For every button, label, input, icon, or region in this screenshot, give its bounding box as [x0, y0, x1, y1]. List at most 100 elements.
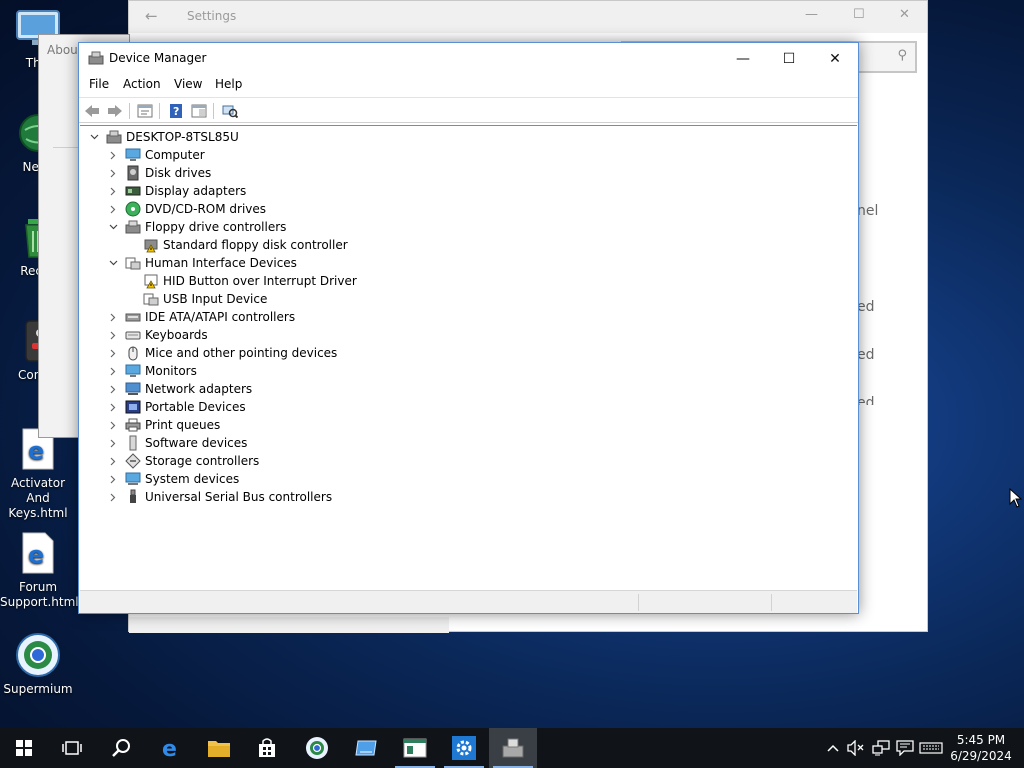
tree-item-storage-controllers[interactable]: Storage controllers [107, 452, 259, 470]
menu-help[interactable]: Help [215, 77, 242, 91]
tree-item-usb-controllers[interactable]: Universal Serial Bus controllers [107, 488, 332, 506]
chevron-right-icon[interactable] [107, 151, 119, 160]
tree-item-display-adapters[interactable]: Display adapters [107, 182, 246, 200]
view-icon[interactable] [190, 102, 208, 119]
chevron-right-icon[interactable] [107, 313, 119, 322]
chevron-right-icon[interactable] [107, 205, 119, 214]
tree-root[interactable]: DESKTOP-8TSL85U [88, 128, 239, 146]
device-manager-shortcut-button[interactable] [342, 728, 390, 768]
tree-item-label: Disk drives [145, 166, 212, 180]
tree-item-keyboards[interactable]: Keyboards [107, 326, 208, 344]
clock-date: 6/29/2024 [950, 749, 1012, 763]
chevron-down-icon[interactable] [88, 134, 100, 140]
settings-taskbar-button[interactable] [440, 728, 488, 768]
chevron-right-icon[interactable] [107, 385, 119, 394]
maximize-button[interactable]: ☐ [766, 43, 812, 74]
hid-device-icon [143, 291, 159, 307]
volume-muted-icon[interactable] [845, 728, 867, 768]
close-icon[interactable]: ✕ [899, 7, 910, 22]
edge-icon: e [162, 737, 177, 759]
chevron-right-icon[interactable] [107, 367, 119, 376]
chevron-right-icon[interactable] [107, 493, 119, 502]
tree-item-ide-controllers[interactable]: IDE ATA/ATAPI controllers [107, 308, 295, 326]
task-view-button[interactable] [48, 728, 96, 768]
chevron-right-icon[interactable] [107, 457, 119, 466]
chevron-right-icon[interactable] [107, 331, 119, 340]
tree-item-system-devices[interactable]: System devices [107, 470, 239, 488]
clock[interactable]: 5:45 PM 6/29/2024 [944, 732, 1018, 764]
tree-item-mice[interactable]: Mice and other pointing devices [107, 344, 337, 362]
menu-file[interactable]: File [89, 77, 109, 91]
search-button[interactable] [97, 728, 145, 768]
chevron-up-icon[interactable] [823, 728, 843, 768]
maximize-icon[interactable]: ☐ [853, 7, 865, 22]
computer-root-icon [106, 129, 122, 145]
minimize-button[interactable]: — [720, 43, 766, 74]
chevron-right-icon[interactable] [107, 421, 119, 430]
tree-item-label: Keyboards [145, 328, 208, 342]
svg-text:?: ? [173, 105, 179, 118]
device-manager-window[interactable]: Device Manager — ☐ ✕ File Action View He… [78, 42, 859, 614]
settings-text-fragment: ed [857, 347, 875, 363]
forward-arrow-icon[interactable] [106, 102, 124, 119]
menu-action[interactable]: Action [123, 77, 161, 91]
start-button[interactable] [0, 728, 48, 768]
network-icon[interactable] [870, 728, 892, 768]
warning-device-icon [143, 273, 159, 289]
device-manager-taskbar-button[interactable] [489, 728, 537, 768]
keyboard-icon[interactable] [918, 728, 944, 768]
back-arrow-icon[interactable] [83, 102, 101, 119]
chevron-right-icon[interactable] [107, 169, 119, 178]
disk-drive-icon [125, 165, 141, 181]
settings-text-fragment: nel [857, 203, 879, 219]
tree-item-label: DVD/CD-ROM drives [145, 202, 267, 216]
desktop-icon-activator-html[interactable]: e Activator And Keys.html [0, 426, 76, 521]
tree-item-portable-devices[interactable]: Portable Devices [107, 398, 246, 416]
tree-child-label: Standard floppy disk controller [163, 238, 348, 252]
chevron-down-icon[interactable] [107, 224, 119, 230]
chevron-right-icon[interactable] [107, 475, 119, 484]
properties-icon[interactable] [136, 102, 154, 119]
tree-item-print-queues[interactable]: Print queues [107, 416, 220, 434]
back-arrow-icon[interactable]: ← [145, 7, 158, 25]
tree-child-standard-floppy[interactable]: Standard floppy disk controller [143, 236, 348, 254]
desktop-icon-forum-html[interactable]: e Forum Support.html [0, 530, 79, 610]
app-taskbar-button[interactable] [391, 728, 439, 768]
close-button[interactable]: ✕ [812, 43, 858, 74]
store-button[interactable] [243, 728, 291, 768]
tree-child-usb-input[interactable]: USB Input Device [143, 290, 267, 308]
chevron-right-icon[interactable] [107, 349, 119, 358]
tree-item-hid[interactable]: Human Interface Devices [107, 254, 297, 272]
minimize-icon[interactable]: — [805, 7, 818, 22]
help-icon[interactable]: ? [167, 102, 185, 119]
chevron-right-icon[interactable] [107, 403, 119, 412]
clock-time: 5:45 PM [956, 733, 1006, 747]
tree-child-hid-button[interactable]: HID Button over Interrupt Driver [143, 272, 357, 290]
toolbar: ? [79, 97, 858, 123]
tree-item-dvd-drives[interactable]: DVD/CD-ROM drives [107, 200, 266, 218]
tree-item-disk-drives[interactable]: Disk drives [107, 164, 211, 182]
device-manager-titlebar[interactable]: Device Manager — ☐ ✕ [79, 43, 858, 74]
menu-view[interactable]: View [174, 77, 202, 91]
mouse-icon [125, 345, 141, 361]
tree-item-label: Display adapters [145, 184, 247, 198]
desktop-icon-supermium[interactable]: Supermium [0, 632, 76, 697]
supermium-taskbar-button[interactable] [293, 728, 341, 768]
tree-item-monitors[interactable]: Monitors [107, 362, 197, 380]
tree-item-network-adapters[interactable]: Network adapters [107, 380, 252, 398]
tree-item-floppy-controllers[interactable]: Floppy drive controllers [107, 218, 286, 236]
scan-hardware-icon[interactable] [221, 102, 239, 119]
device-tree[interactable]: DESKTOP-8TSL85U Computer Disk drives Dis… [80, 125, 857, 587]
chevron-right-icon[interactable] [107, 439, 119, 448]
chevron-down-icon[interactable] [107, 260, 119, 266]
file-explorer-button[interactable] [195, 728, 243, 768]
edge-taskbar-button[interactable]: e [147, 728, 195, 768]
tree-item-software-devices[interactable]: Software devices [107, 434, 247, 452]
chevron-right-icon[interactable] [107, 187, 119, 196]
portable-device-icon [125, 399, 141, 415]
tree-item-computer[interactable]: Computer [107, 146, 205, 164]
notifications-icon[interactable] [894, 728, 916, 768]
menu-bar: File Action View Help [79, 74, 858, 96]
tree-item-label: Storage controllers [145, 454, 260, 468]
settings-gear-icon [452, 736, 476, 760]
